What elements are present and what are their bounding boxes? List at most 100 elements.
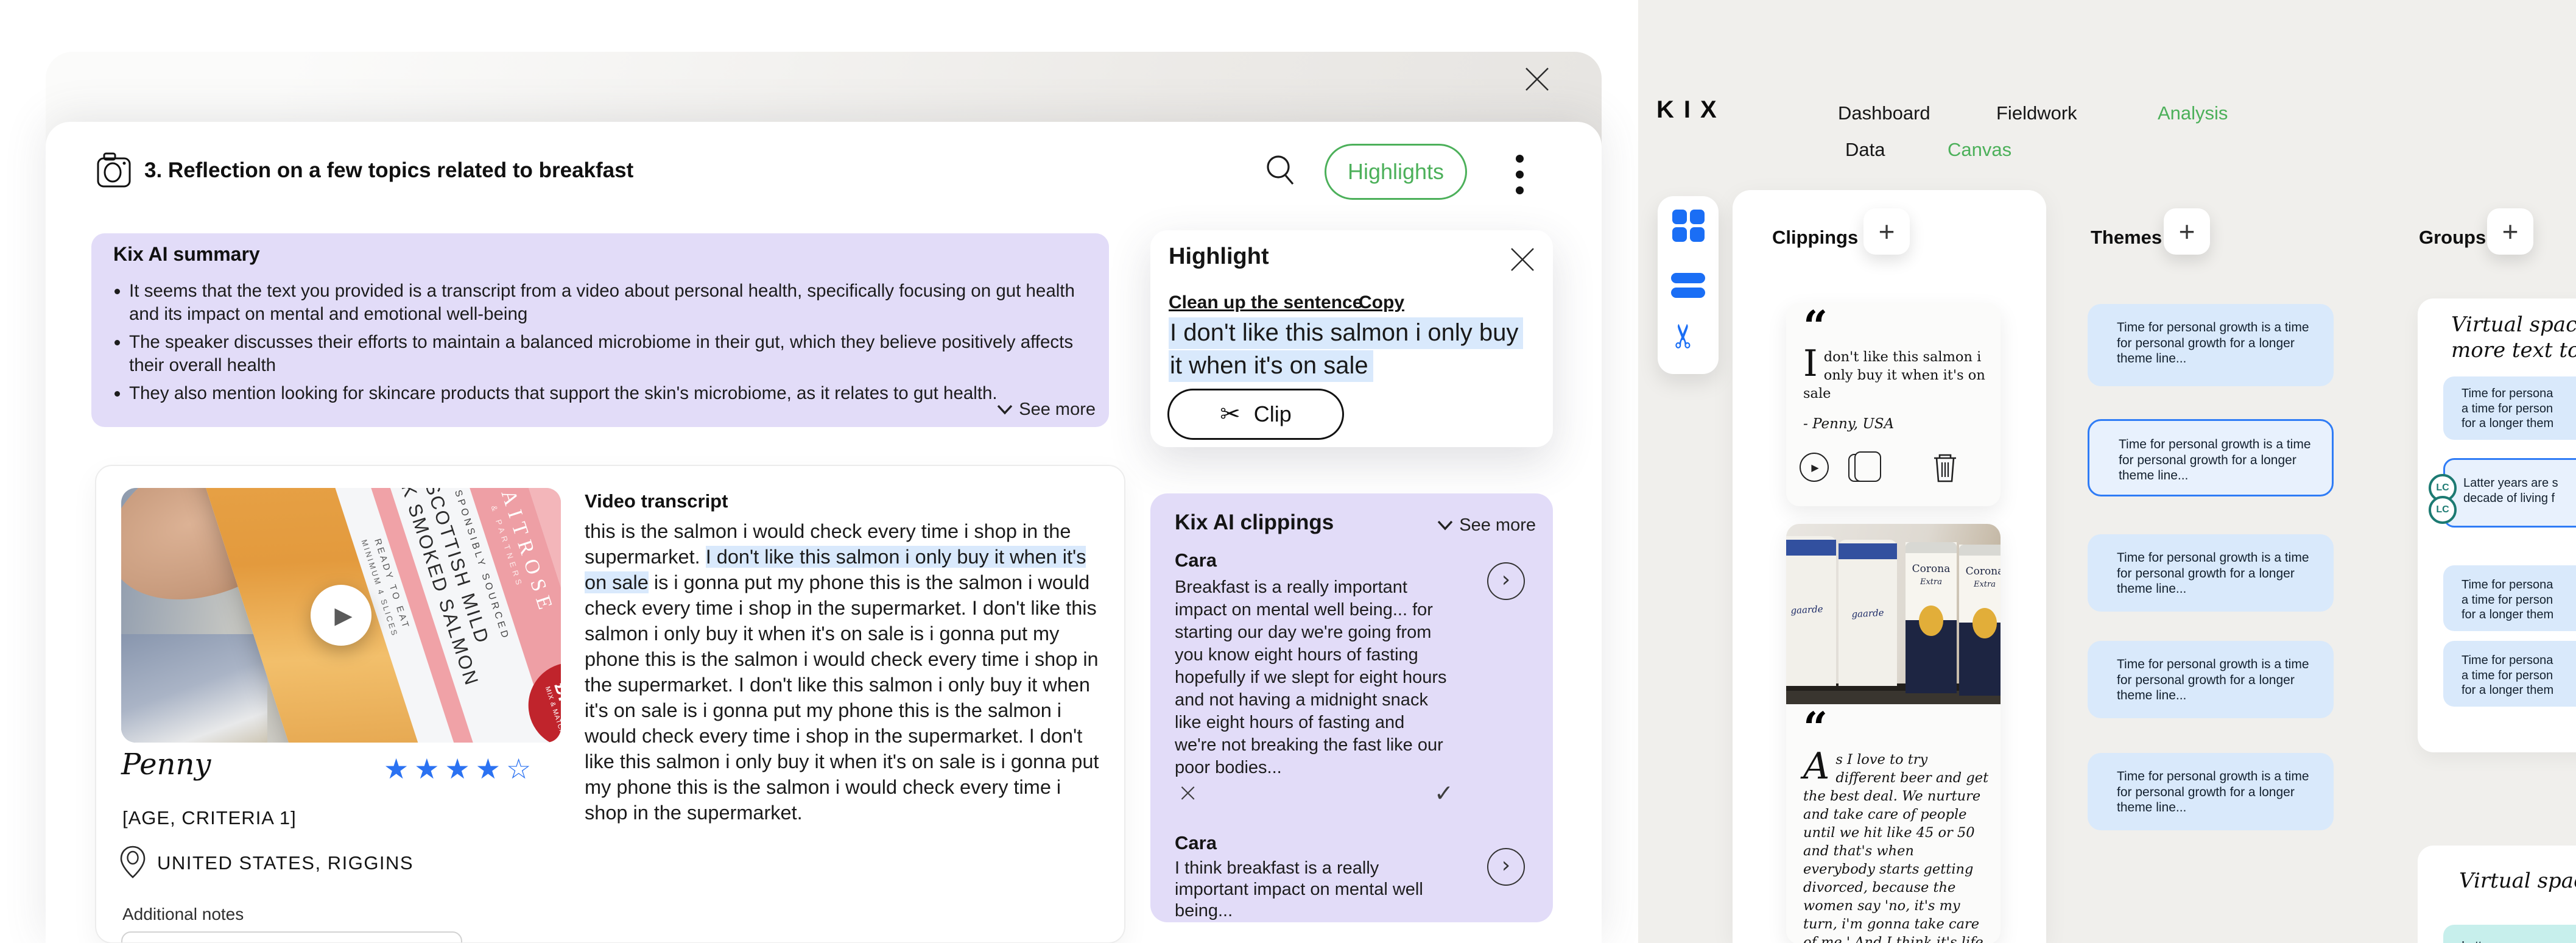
- nav-analysis[interactable]: Analysis: [2158, 102, 2228, 124]
- popup-title: Highlight: [1169, 244, 1269, 270]
- additional-notes-input[interactable]: [121, 931, 462, 943]
- chevron-down-icon: [997, 404, 1013, 415]
- summary-bullet: The speaker discusses their efforts to m…: [129, 331, 1091, 377]
- group-theme-item-cyan[interactable]: Latter...: [2443, 925, 2576, 943]
- selected-text-line2: it when it's on sale: [1169, 352, 1373, 380]
- reflection-modal: 3. Reflection on a few topics related to…: [46, 122, 1602, 943]
- star-filled-icon: ★: [476, 752, 506, 785]
- add-clipping-button[interactable]: +: [1863, 208, 1910, 255]
- scissors-tool-icon[interactable]: ✂: [1664, 322, 1703, 350]
- clipping-attribution: - Penny, USA: [1803, 416, 1894, 432]
- group-title: Virtual spaces more text to ex: [2451, 312, 2576, 363]
- clipping-photo-card[interactable]: gaarde gaarde Corona Extra Corona Extra: [1786, 524, 2001, 943]
- theme-card[interactable]: Time for personal growth is a time for p…: [2088, 304, 2334, 386]
- dismiss-clipping-icon[interactable]: ×: [1177, 777, 1198, 807]
- video-thumbnail[interactable]: WAITROSE & PARTNERS RESPONSIBLY SOURCED …: [121, 488, 561, 743]
- collaborator-badge[interactable]: LC: [2429, 496, 2457, 524]
- group-theme-item-selected[interactable]: Latter years are s decade of living f: [2443, 458, 2576, 528]
- participant-media-card: WAITROSE & PARTNERS RESPONSIBLY SOURCED …: [95, 465, 1125, 943]
- screenshot-root: 3. Reflection on a few topics related to…: [0, 0, 2576, 943]
- summary-title: Kix AI summary: [113, 243, 260, 266]
- plus-icon: +: [1879, 215, 1895, 248]
- arrow-right-icon: ›: [1502, 567, 1510, 596]
- package-photo-background: [121, 634, 267, 743]
- clipping-speaker: Cara: [1175, 832, 1217, 854]
- participant-location: UNITED STATES, RIGGINS: [157, 852, 413, 874]
- copy-link[interactable]: Copy: [1359, 292, 1404, 313]
- ai-clippings-see-more[interactable]: See more: [1437, 515, 1536, 535]
- nav-canvas[interactable]: Canvas: [1948, 139, 2011, 161]
- nav-data[interactable]: Data: [1845, 139, 1885, 161]
- clippings-column-title: Clippings: [1772, 227, 1858, 249]
- add-theme-button[interactable]: +: [2164, 208, 2210, 255]
- clipping-text: Breakfast is a really important impact o…: [1175, 576, 1448, 779]
- star-filled-icon: ★: [414, 752, 445, 785]
- group-card: Virtual spaces more text to ex Time for …: [2418, 298, 2576, 752]
- star-filled-icon: ★: [445, 752, 476, 785]
- kix-ai-summary-panel: Kix AI summary It seems that the text yo…: [91, 233, 1109, 427]
- star-empty-icon: ☆: [506, 752, 537, 785]
- kebab-menu-icon[interactable]: [1515, 155, 1524, 206]
- groups-column-title: Groups: [2419, 227, 2486, 249]
- nav-fieldwork[interactable]: Fieldwork: [1996, 102, 2077, 124]
- nav-dashboard[interactable]: Dashboard: [1838, 102, 1930, 124]
- theme-card[interactable]: Time for personal growth is a time for p…: [2088, 534, 2334, 612]
- clipping-quote-text: As I love to try different beer and get …: [1803, 751, 1990, 943]
- location-pin-icon: [118, 845, 147, 879]
- transcript-text[interactable]: this is the salmon i would check every t…: [585, 518, 1106, 825]
- copy-quote-icon[interactable]: [1848, 454, 1873, 482]
- theme-card[interactable]: Time for personal growth is a time for p…: [2088, 753, 2334, 830]
- participant-criteria: [AGE, CRITERIA 1]: [122, 807, 297, 829]
- open-clipping-button[interactable]: ›: [1487, 848, 1525, 886]
- trash-icon[interactable]: [1932, 453, 1958, 483]
- clipping-text: I think breakfast is a really important …: [1175, 858, 1448, 922]
- transcript-label: Video transcript: [585, 490, 728, 512]
- plus-icon: +: [2502, 215, 2519, 248]
- summary-see-more[interactable]: See more: [997, 400, 1096, 420]
- summary-bullet: It seems that the text you provided is a…: [129, 280, 1091, 326]
- search-icon[interactable]: [1262, 151, 1299, 189]
- clipping-card-actions: ▶: [1800, 453, 1987, 484]
- kix-canvas-app: KIX Dashboard Fieldwork Analysis Data Ca…: [1638, 0, 2576, 943]
- quote-icon: “: [1803, 305, 1824, 348]
- group-theme-item[interactable]: Time for persona a time for person for a…: [2443, 376, 2576, 440]
- quote-icon: “: [1803, 707, 1824, 749]
- clipping-speaker: Cara: [1175, 549, 1217, 571]
- themes-column-title: Themes: [2091, 227, 2162, 249]
- highlights-button[interactable]: Highlights: [1325, 144, 1467, 200]
- participant-name: Penny: [121, 747, 211, 782]
- rating-stars[interactable]: ★★★★☆: [384, 752, 537, 785]
- accept-clipping-icon[interactable]: ✓: [1434, 780, 1454, 807]
- play-button[interactable]: ▶: [311, 585, 371, 646]
- star-filled-icon: ★: [384, 752, 414, 785]
- kix-logo: KIX: [1656, 96, 1726, 124]
- highlight-popup: Highlight Clean up the sentence Copy I d…: [1150, 230, 1553, 447]
- theme-card-selected[interactable]: Time for personal growth is a time for p…: [2088, 419, 2334, 496]
- clipping-quote-card[interactable]: “ Idon't like this salmon i only buy it …: [1786, 303, 2001, 506]
- beer-shelf-photo: gaarde gaarde Corona Extra Corona Extra: [1786, 524, 2001, 704]
- summary-bullet: They also mention looking for skincare p…: [129, 382, 1091, 405]
- close-icon[interactable]: [1521, 63, 1553, 95]
- open-clipping-button[interactable]: ›: [1487, 562, 1525, 600]
- canvas-toolbar: ✂: [1658, 196, 1719, 374]
- scissors-icon: ✂: [1220, 400, 1240, 428]
- close-icon[interactable]: [1508, 245, 1537, 274]
- beer-right-label: Corona: [1906, 563, 1957, 575]
- group-theme-item[interactable]: Time for persona a time for person for a…: [2443, 565, 2576, 631]
- selected-text-line1: I don't like this salmon i only buy: [1169, 319, 1523, 347]
- group-card: Virtual spaces Latter...: [2418, 846, 2576, 943]
- play-clip-button[interactable]: ▶: [1800, 453, 1829, 482]
- theme-card[interactable]: Time for personal growth is a time for p…: [2088, 641, 2334, 718]
- camera-icon: [94, 152, 133, 189]
- clean-up-sentence-link[interactable]: Clean up the sentence: [1169, 292, 1362, 313]
- clip-button[interactable]: ✂ Clip: [1167, 389, 1344, 440]
- play-icon: ▶: [329, 602, 352, 629]
- add-group-button[interactable]: +: [2487, 208, 2533, 255]
- chevron-down-icon: [1437, 520, 1453, 531]
- plus-icon: +: [2179, 215, 2195, 248]
- additional-notes-label: Additional notes: [122, 905, 244, 924]
- group-theme-item[interactable]: Time for persona a time for person for a…: [2443, 641, 2576, 707]
- list-view-icon[interactable]: [1671, 273, 1705, 302]
- page-title: 3. Reflection on a few topics related to…: [144, 158, 633, 183]
- grid-view-icon[interactable]: [1672, 210, 1705, 242]
